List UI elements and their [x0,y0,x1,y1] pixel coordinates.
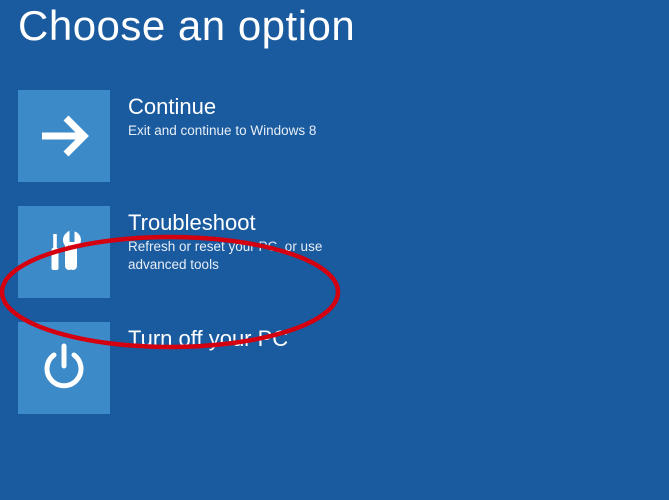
page-title: Choose an option [18,2,651,50]
option-title: Turn off your PC [128,326,288,352]
continue-tile [18,90,110,182]
option-desc: Exit and continue to Windows 8 [128,122,316,140]
option-title: Continue [128,94,316,120]
option-troubleshoot[interactable]: Troubleshoot Refresh or reset your PC, o… [18,206,358,298]
power-icon [36,340,92,396]
option-turnoff-label: Turn off your PC [128,322,288,354]
option-turnoff[interactable]: Turn off your PC [18,322,288,414]
options-list: Continue Exit and continue to Windows 8 [18,90,651,414]
option-desc: Refresh or reset your PC, or use advance… [128,238,358,274]
option-title: Troubleshoot [128,210,358,236]
option-continue-label: Continue Exit and continue to Windows 8 [128,90,316,140]
turnoff-tile [18,322,110,414]
tools-icon [36,224,92,280]
option-continue[interactable]: Continue Exit and continue to Windows 8 [18,90,316,182]
troubleshoot-tile [18,206,110,298]
option-troubleshoot-label: Troubleshoot Refresh or reset your PC, o… [128,206,358,274]
arrow-right-icon [36,108,92,164]
